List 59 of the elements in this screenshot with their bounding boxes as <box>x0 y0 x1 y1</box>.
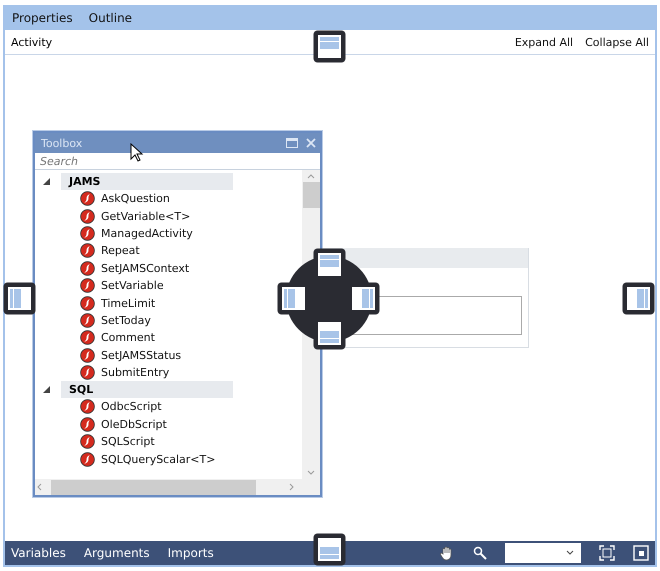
activity-icon <box>80 365 95 380</box>
search-icon[interactable] <box>473 546 487 560</box>
window-title: Toolbox <box>41 136 84 150</box>
toolbox-item[interactable]: SetToday <box>101 314 151 327</box>
toolbox-item[interactable]: TimeLimit <box>101 296 156 310</box>
toolbox-item[interactable]: OdbcScript <box>101 400 162 414</box>
dock-compass-overlay[interactable] <box>277 248 381 351</box>
toolbox-item[interactable]: ManagedActivity <box>101 226 193 240</box>
dock-guide-icon[interactable] <box>313 533 346 566</box>
toolbox-item[interactable]: Comment <box>101 331 155 344</box>
breadcrumb-label: Activity <box>11 36 54 48</box>
activity-icon <box>80 416 95 432</box>
dock-guide-icon[interactable] <box>3 282 36 315</box>
scroll-thumb[interactable] <box>302 182 320 208</box>
activity-icon <box>80 260 95 276</box>
category-header[interactable]: SQL <box>61 381 233 398</box>
activity-icon <box>80 278 95 294</box>
dock-guide-icon[interactable] <box>313 30 346 63</box>
close-icon[interactable] <box>306 138 316 148</box>
panel-tab[interactable]: Properties <box>12 10 73 24</box>
designer-tab[interactable]: Arguments <box>84 546 150 560</box>
toolbox-item[interactable]: OleDbScript <box>101 418 167 431</box>
designer-tab[interactable]: Variables <box>11 546 66 560</box>
search-field[interactable]: Search <box>40 154 320 168</box>
header-link[interactable]: Collapse All <box>585 36 649 48</box>
scroll-thumb[interactable] <box>51 480 256 494</box>
toolbox-item[interactable]: SQLQueryScalar<T> <box>101 452 216 466</box>
overview-icon[interactable] <box>633 545 649 561</box>
activity-icon <box>80 348 95 363</box>
activity-icon <box>80 208 95 224</box>
activity-icon <box>80 296 95 311</box>
designer-tab[interactable]: Imports <box>168 546 214 560</box>
toolbox-item[interactable]: SQLScript <box>101 435 155 448</box>
activity-icon <box>80 312 95 328</box>
toolbox-item[interactable]: SubmitEntry <box>101 366 170 380</box>
toolbox-item[interactable]: GetVariable<T> <box>101 210 190 223</box>
toolbox-item[interactable]: SetVariable <box>101 279 164 292</box>
toolbox-item[interactable]: SetJAMSContext <box>101 262 190 275</box>
activity-icon <box>80 243 95 258</box>
collapse-arrow-icon[interactable] <box>41 176 53 188</box>
activity-icon <box>80 434 95 450</box>
panel-tab[interactable]: Outline <box>88 10 132 24</box>
mouse-pointer-icon <box>130 143 144 163</box>
toolbox-item[interactable]: Repeat <box>101 244 140 258</box>
header-link[interactable]: Expand All <box>514 36 574 48</box>
activity-icon <box>80 399 95 414</box>
activity-icon <box>80 226 95 241</box>
horizontal-scrollbar[interactable] <box>35 479 320 495</box>
caret-icon <box>565 549 575 557</box>
toolbox-item[interactable]: AskQuestion <box>101 192 170 206</box>
fit-to-screen-icon[interactable] <box>599 545 615 561</box>
collapse-arrow-icon[interactable] <box>41 384 53 396</box>
category-header[interactable]: JAMS <box>61 173 233 190</box>
dock-guide-icon[interactable] <box>622 282 655 315</box>
activity-icon <box>80 191 95 206</box>
activity-icon <box>80 452 95 467</box>
maximize-icon[interactable] <box>286 138 298 148</box>
activity-icon <box>80 330 95 346</box>
toolbox-item[interactable]: SetJAMSStatus <box>101 348 182 362</box>
